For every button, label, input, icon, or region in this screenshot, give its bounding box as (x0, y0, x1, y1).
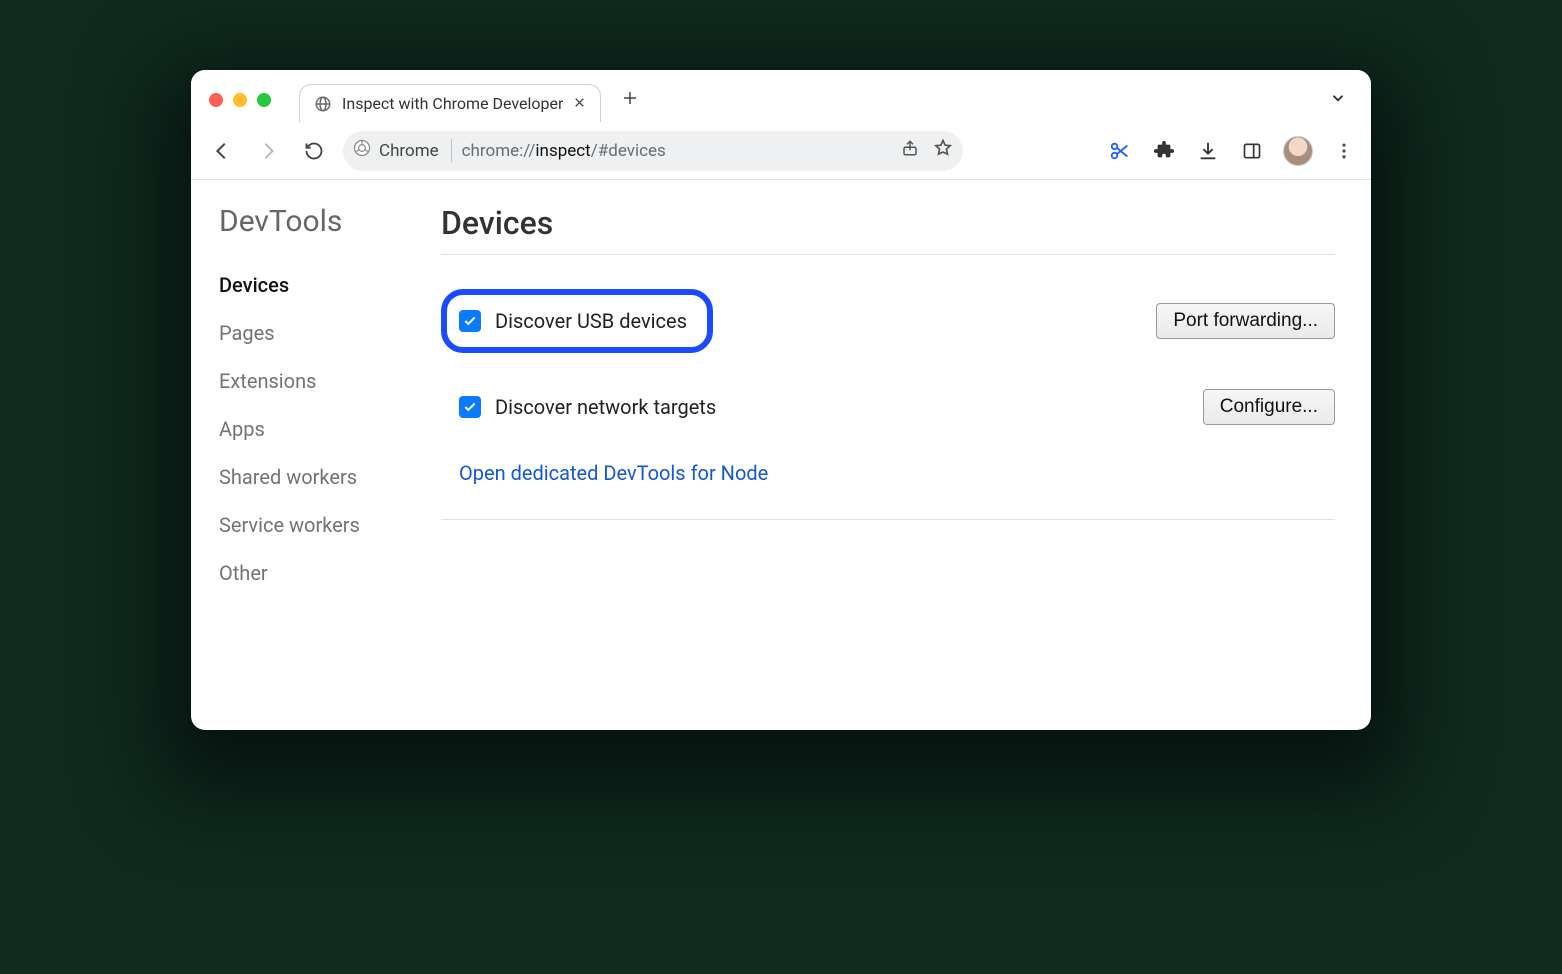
forward-button[interactable] (251, 134, 285, 168)
menu-icon[interactable] (1331, 138, 1357, 164)
tab-title: Inspect with Chrome Developer (342, 94, 563, 113)
bookmark-star-icon[interactable] (933, 138, 953, 163)
site-identity-label: Chrome (379, 141, 439, 161)
tabstrip: Inspect with Chrome Developer (191, 70, 1371, 122)
scissors-icon[interactable] (1107, 138, 1133, 164)
sidebar-title: DevTools (219, 204, 423, 239)
sidebar-item-extensions[interactable]: Extensions (219, 357, 423, 405)
close-window-icon[interactable] (209, 93, 223, 107)
chrome-logo-icon (353, 139, 371, 162)
sidebar-item-pages[interactable]: Pages (219, 309, 423, 357)
fullscreen-window-icon[interactable] (257, 93, 271, 107)
reload-button[interactable] (297, 134, 331, 168)
sidebar: DevTools Devices Pages Extensions Apps S… (191, 204, 441, 730)
page-heading: Devices (441, 204, 1335, 242)
sidebar-item-service-workers[interactable]: Service workers (219, 501, 423, 549)
sidebar-item-other[interactable]: Other (219, 549, 423, 597)
back-button[interactable] (205, 134, 239, 168)
main-panel: Devices Discover USB devices Port forwar… (441, 204, 1371, 730)
checkbox-usb-devices[interactable] (459, 310, 481, 332)
row-usb-devices: Discover USB devices Port forwarding... (441, 271, 1335, 371)
browser-tab[interactable]: Inspect with Chrome Developer (299, 84, 601, 122)
sidebar-item-devices[interactable]: Devices (219, 261, 423, 309)
row-network-targets: Discover network targets Configure... (441, 371, 1335, 443)
sidebar-item-shared-workers[interactable]: Shared workers (219, 453, 423, 501)
row-node-link: Open dedicated DevTools for Node (441, 443, 1335, 503)
configure-button[interactable]: Configure... (1203, 389, 1335, 425)
divider (441, 519, 1335, 520)
minimize-window-icon[interactable] (233, 93, 247, 107)
url-text: chrome://inspect/#devices (462, 141, 666, 161)
side-panel-icon[interactable] (1239, 138, 1265, 164)
globe-icon (314, 95, 332, 113)
extensions-icon[interactable] (1151, 138, 1177, 164)
tabs-dropdown-icon[interactable] (1319, 83, 1357, 117)
toolbar: Chrome chrome://inspect/#devices (191, 122, 1371, 180)
label-usb-devices: Discover USB devices (495, 309, 687, 333)
profile-avatar[interactable] (1283, 136, 1313, 166)
checkbox-network-targets[interactable] (459, 396, 481, 418)
address-bar[interactable]: Chrome chrome://inspect/#devices (343, 131, 963, 171)
window-controls (209, 93, 271, 107)
downloads-icon[interactable] (1195, 138, 1221, 164)
share-icon[interactable] (901, 139, 919, 162)
port-forwarding-button[interactable]: Port forwarding... (1156, 303, 1335, 339)
sidebar-item-apps[interactable]: Apps (219, 405, 423, 453)
open-node-devtools-link[interactable]: Open dedicated DevTools for Node (459, 461, 768, 485)
site-identity-chip[interactable]: Chrome (353, 139, 452, 162)
new-tab-button[interactable] (611, 84, 649, 117)
toolbar-actions (1107, 136, 1357, 166)
highlight-box: Discover USB devices (441, 289, 713, 353)
label-network-targets: Discover network targets (495, 395, 716, 419)
browser-window: Inspect with Chrome Developer (191, 70, 1371, 730)
page-content: DevTools Devices Pages Extensions Apps S… (191, 180, 1371, 730)
close-tab-icon[interactable] (573, 95, 586, 113)
divider (441, 254, 1335, 255)
